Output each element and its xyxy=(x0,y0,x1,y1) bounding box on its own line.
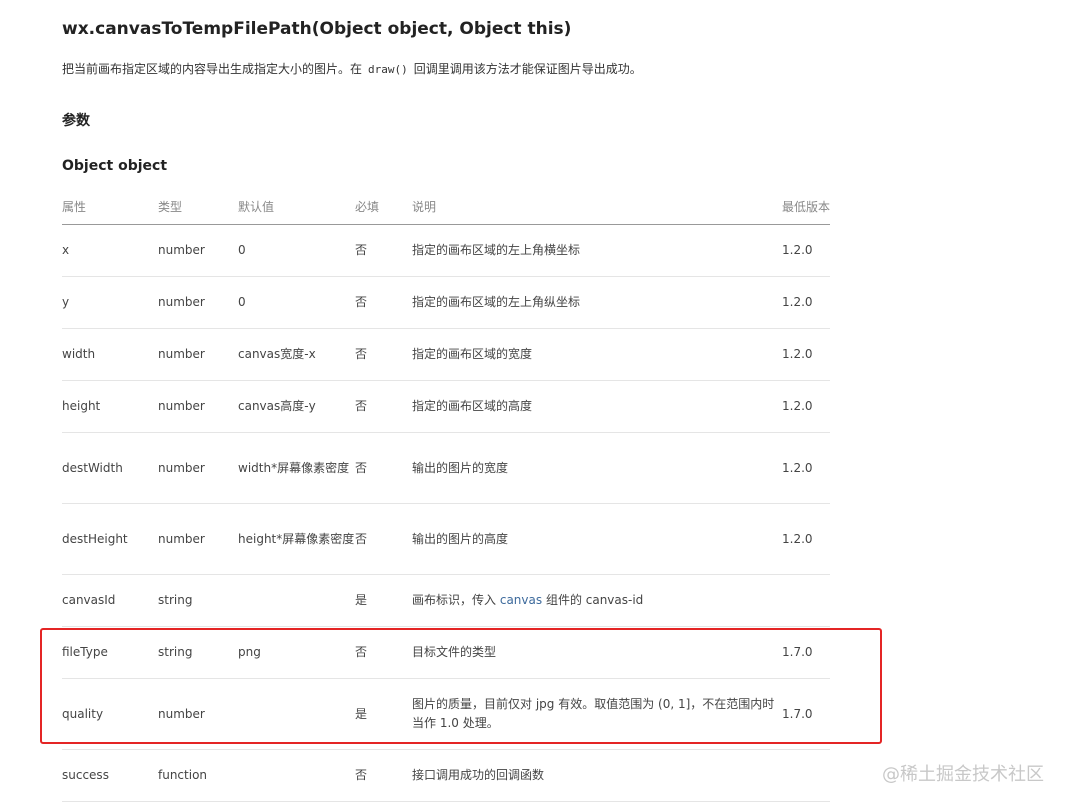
cell-name: width xyxy=(62,328,158,381)
cell-name: quality xyxy=(62,678,158,750)
api-description: 把当前画布指定区域的内容导出生成指定大小的图片。在 draw() 回调里调用该方法才… xyxy=(62,60,642,77)
cell-default: 0 xyxy=(238,224,355,277)
header-version: 最低版本 xyxy=(782,188,830,225)
cell-required: 否 xyxy=(355,224,412,277)
draw-code-snippet: draw() xyxy=(368,63,408,76)
cell-default: png xyxy=(238,626,355,679)
cell-type: string xyxy=(158,626,238,679)
desc-text-before: 画布标识，传入 xyxy=(412,593,497,607)
cell-desc: 输出的图片的宽度 xyxy=(412,432,782,504)
table-row: y number 0 否 指定的画布区域的左上角纵坐标 1.2.0 xyxy=(62,276,830,329)
cell-version xyxy=(782,574,830,627)
cell-required: 是 xyxy=(355,678,412,750)
cell-default xyxy=(238,678,355,750)
cell-version: 1.2.0 xyxy=(782,224,830,277)
cell-version: 1.7.0 xyxy=(782,678,830,750)
desc-text-after: 组件的 canvas-id xyxy=(545,593,644,607)
cell-default: canvas高度-y xyxy=(238,380,355,433)
header-default: 默认值 xyxy=(238,188,355,225)
header-type: 类型 xyxy=(158,188,238,225)
table-row: quality number 是 图片的质量，目前仅对 jpg 有效。取值范围为… xyxy=(62,678,830,750)
cell-required: 否 xyxy=(355,380,412,433)
cell-type: number xyxy=(158,678,238,750)
cell-required: 是 xyxy=(355,574,412,627)
cell-default: height*屏幕像素密度 xyxy=(238,503,355,575)
cell-type: number xyxy=(158,276,238,329)
cell-name: destHeight xyxy=(62,503,158,575)
cell-desc: 接口调用成功的回调函数 xyxy=(412,749,782,802)
cell-name: destWidth xyxy=(62,432,158,504)
cell-type: string xyxy=(158,574,238,627)
table-row: destWidth number width*屏幕像素密度 否 输出的图片的宽度… xyxy=(62,432,830,504)
header-name: 属性 xyxy=(62,188,158,225)
params-table: 属性 类型 默认值 必填 说明 最低版本 x number 0 否 指定的画布区… xyxy=(62,188,830,802)
canvas-component-link[interactable]: canvas xyxy=(500,593,542,607)
cell-version: 1.2.0 xyxy=(782,380,830,433)
table-row: destHeight number height*屏幕像素密度 否 输出的图片的… xyxy=(62,503,830,575)
cell-type: number xyxy=(158,380,238,433)
table-header-row: 属性 类型 默认值 必填 说明 最低版本 xyxy=(62,188,830,225)
page-title: wx.canvasToTempFilePath(Object object, O… xyxy=(62,19,572,39)
watermark: @稀土掘金技术社区 xyxy=(882,764,1044,785)
cell-default xyxy=(238,749,355,802)
cell-type: number xyxy=(158,503,238,575)
cell-type: function xyxy=(158,749,238,802)
cell-required: 否 xyxy=(355,626,412,679)
cell-desc: 输出的图片的高度 xyxy=(412,503,782,575)
cell-name: success xyxy=(62,749,158,802)
cell-desc: 指定的画布区域的高度 xyxy=(412,380,782,433)
cell-name: fileType xyxy=(62,626,158,679)
cell-default xyxy=(238,574,355,627)
cell-version: 1.2.0 xyxy=(782,276,830,329)
header-desc: 说明 xyxy=(412,188,782,225)
description-text-after: 回调里调用该方法才能保证图片导出成功。 xyxy=(413,62,642,76)
table-row: fileType string png 否 目标文件的类型 1.7.0 xyxy=(62,626,830,679)
cell-version xyxy=(782,749,830,802)
table-row: x number 0 否 指定的画布区域的左上角横坐标 1.2.0 xyxy=(62,224,830,277)
cell-name: y xyxy=(62,276,158,329)
cell-default: width*屏幕像素密度 xyxy=(238,432,355,504)
cell-required: 否 xyxy=(355,503,412,575)
cell-name: x xyxy=(62,224,158,277)
header-required: 必填 xyxy=(355,188,412,225)
cell-name: canvasId xyxy=(62,574,158,627)
cell-desc: 目标文件的类型 xyxy=(412,626,782,679)
object-heading: Object object xyxy=(62,158,168,174)
cell-version: 1.2.0 xyxy=(782,503,830,575)
description-text-before: 把当前画布指定区域的内容导出生成指定大小的图片。在 xyxy=(62,62,363,76)
params-heading: 参数 xyxy=(62,113,90,129)
cell-default: 0 xyxy=(238,276,355,329)
cell-desc: 指定的画布区域的左上角纵坐标 xyxy=(412,276,782,329)
cell-type: number xyxy=(158,224,238,277)
table-row: success function 否 接口调用成功的回调函数 xyxy=(62,749,830,802)
cell-desc: 指定的画布区域的左上角横坐标 xyxy=(412,224,782,277)
cell-desc: 图片的质量，目前仅对 jpg 有效。取值范围为 (0, 1]，不在范围内时当作 … xyxy=(412,678,782,750)
cell-type: number xyxy=(158,432,238,504)
table-row: width number canvas宽度-x 否 指定的画布区域的宽度 1.2… xyxy=(62,328,830,381)
cell-required: 否 xyxy=(355,749,412,802)
cell-default: canvas宽度-x xyxy=(238,328,355,381)
table-row: canvasId string 是 画布标识，传入 canvas 组件的 can… xyxy=(62,574,830,627)
cell-type: number xyxy=(158,328,238,381)
cell-version: 1.7.0 xyxy=(782,626,830,679)
table-row: height number canvas高度-y 否 指定的画布区域的高度 1.… xyxy=(62,380,830,433)
cell-required: 否 xyxy=(355,328,412,381)
cell-version: 1.2.0 xyxy=(782,432,830,504)
cell-name: height xyxy=(62,380,158,433)
cell-desc: 指定的画布区域的宽度 xyxy=(412,328,782,381)
cell-required: 否 xyxy=(355,432,412,504)
cell-required: 否 xyxy=(355,276,412,329)
cell-desc: 画布标识，传入 canvas 组件的 canvas-id xyxy=(412,574,782,627)
cell-version: 1.2.0 xyxy=(782,328,830,381)
